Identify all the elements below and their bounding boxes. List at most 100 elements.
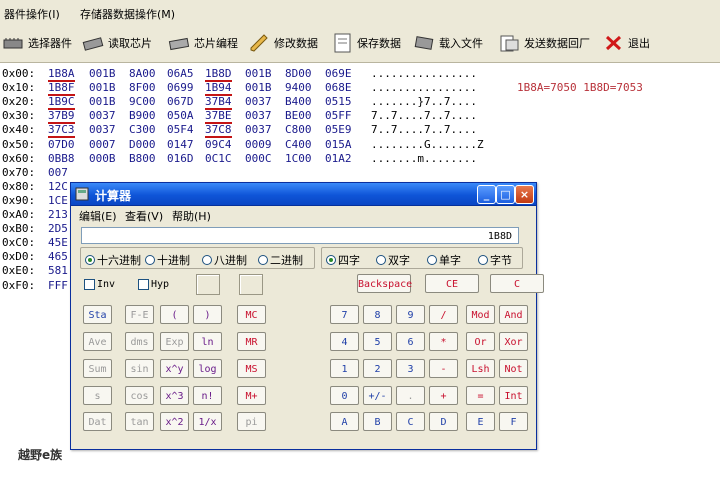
key-and[interactable]: And: [499, 305, 528, 324]
hex-word[interactable]: 007: [48, 166, 68, 179]
hex-word[interactable]: 001B: [89, 67, 116, 80]
hex-word[interactable]: B400: [285, 95, 312, 108]
hex-word[interactable]: 067D: [167, 95, 194, 108]
hex-word[interactable]: 0037: [245, 123, 272, 136]
hex-word[interactable]: 0037: [245, 95, 272, 108]
key-n5[interactable]: 5: [363, 332, 392, 351]
key-n7[interactable]: 7: [330, 305, 359, 324]
hex-word[interactable]: FFF: [48, 279, 68, 292]
inv-checkbox[interactable]: Inv: [84, 279, 115, 290]
exit-button[interactable]: 退出: [604, 30, 650, 56]
hex-word[interactable]: 0BB8: [48, 152, 75, 165]
key-nfact[interactable]: n!: [193, 386, 222, 405]
minimize-button[interactable]: _: [477, 185, 496, 204]
key-tan[interactable]: tan: [125, 412, 154, 431]
hex-word[interactable]: 050A: [167, 109, 194, 122]
program-chip-button[interactable]: 芯片编程: [168, 30, 238, 56]
hex-word[interactable]: 37C3: [48, 123, 75, 139]
radio-oct[interactable]: 八进制: [202, 252, 247, 268]
key-xy[interactable]: x^y: [160, 359, 189, 378]
hex-word[interactable]: 016D: [167, 152, 194, 165]
hex-word[interactable]: 581: [48, 264, 68, 277]
hex-word[interactable]: 465: [48, 250, 68, 263]
hex-word[interactable]: 1CE: [48, 194, 68, 207]
hex-word[interactable]: 069E: [325, 67, 352, 80]
hex-word[interactable]: 01A2: [325, 152, 352, 165]
key-sta[interactable]: Sta: [83, 305, 112, 324]
key-mc[interactable]: MC: [237, 305, 266, 324]
key-mod[interactable]: Mod: [466, 305, 495, 324]
key-sum[interactable]: Sum: [83, 359, 112, 378]
hex-word[interactable]: 1B9C: [48, 95, 75, 111]
key-plus[interactable]: +: [429, 386, 458, 405]
key-ce[interactable]: CE: [425, 274, 479, 293]
hex-word[interactable]: C400: [285, 138, 312, 151]
hex-word[interactable]: 9C00: [129, 95, 156, 108]
hex-word[interactable]: 001B: [245, 67, 272, 80]
hex-word[interactable]: 213: [48, 208, 68, 221]
hex-word[interactable]: 09C4: [205, 138, 232, 151]
hyp-checkbox[interactable]: Hyp: [138, 279, 169, 290]
hex-word[interactable]: 45E: [48, 236, 68, 249]
menu-device-ops[interactable]: 器件操作(I): [4, 6, 60, 22]
hex-word[interactable]: 000B: [89, 152, 116, 165]
key-rparen[interactable]: ): [193, 305, 222, 324]
key-n2[interactable]: 2: [363, 359, 392, 378]
hex-word[interactable]: 000C: [245, 152, 272, 165]
key-xor[interactable]: Xor: [499, 332, 528, 351]
key-x3[interactable]: x^3: [160, 386, 189, 405]
key-pm[interactable]: +/-: [363, 386, 392, 405]
hex-word[interactable]: C800: [285, 123, 312, 136]
key-c2[interactable]: C: [396, 412, 425, 431]
key-mr[interactable]: MR: [237, 332, 266, 351]
key-d[interactable]: D: [429, 412, 458, 431]
hex-word[interactable]: 1B8D: [205, 67, 232, 82]
radio-dword[interactable]: 双字: [376, 252, 410, 268]
key-a[interactable]: A: [330, 412, 359, 431]
key-dot[interactable]: .: [396, 386, 425, 405]
hex-word[interactable]: B800: [129, 152, 156, 165]
key-pi[interactable]: pi: [237, 412, 266, 431]
key-n4[interactable]: 4: [330, 332, 359, 351]
key-n9[interactable]: 9: [396, 305, 425, 324]
key-ln[interactable]: ln: [193, 332, 222, 351]
key-c[interactable]: C: [490, 274, 544, 293]
hex-word[interactable]: 37B4: [205, 95, 232, 111]
key-fe[interactable]: F-E: [125, 305, 154, 324]
hex-word[interactable]: 06A5: [167, 67, 194, 80]
radio-dec[interactable]: 十进制: [145, 252, 190, 268]
key-exp[interactable]: Exp: [160, 332, 189, 351]
hex-word[interactable]: 8F00: [129, 81, 156, 94]
hex-word[interactable]: 05E9: [325, 123, 352, 136]
hex-word[interactable]: 0515: [325, 95, 352, 108]
key-n8[interactable]: 8: [363, 305, 392, 324]
hex-word[interactable]: D000: [129, 138, 156, 151]
hex-word[interactable]: 0699: [167, 81, 194, 94]
load-file-button[interactable]: 载入文件: [413, 30, 483, 56]
hex-word[interactable]: 8A00: [129, 67, 156, 80]
key-mplus[interactable]: M+: [237, 386, 266, 405]
hex-word[interactable]: 068E: [325, 81, 352, 94]
key-backspace[interactable]: Backspace: [357, 274, 412, 293]
hex-word[interactable]: 001B: [89, 95, 116, 108]
radio-hex[interactable]: 十六进制: [85, 252, 141, 268]
radio-byte[interactable]: 字节: [478, 252, 512, 268]
hex-word[interactable]: 1B8F: [48, 81, 75, 97]
modify-data-button[interactable]: 修改数据: [248, 30, 318, 56]
key-ms[interactable]: MS: [237, 359, 266, 378]
key-lparen[interactable]: (: [160, 305, 189, 324]
key-dms[interactable]: dms: [125, 332, 154, 351]
key-sin[interactable]: sin: [125, 359, 154, 378]
hex-word[interactable]: 37C8: [205, 123, 232, 139]
hex-word[interactable]: 0009: [245, 138, 272, 151]
key-n6[interactable]: 6: [396, 332, 425, 351]
key-e[interactable]: E: [466, 412, 495, 431]
key-ave[interactable]: Ave: [83, 332, 112, 351]
hex-word[interactable]: 37B9: [48, 109, 75, 125]
key-minus[interactable]: -: [429, 359, 458, 378]
key-s[interactable]: s: [83, 386, 112, 405]
hex-word[interactable]: 001B: [245, 81, 272, 94]
hex-word[interactable]: 015A: [325, 138, 352, 151]
calculator-titlebar[interactable]: 计算器 _ □ ×: [71, 183, 536, 206]
hex-word[interactable]: 0147: [167, 138, 194, 151]
